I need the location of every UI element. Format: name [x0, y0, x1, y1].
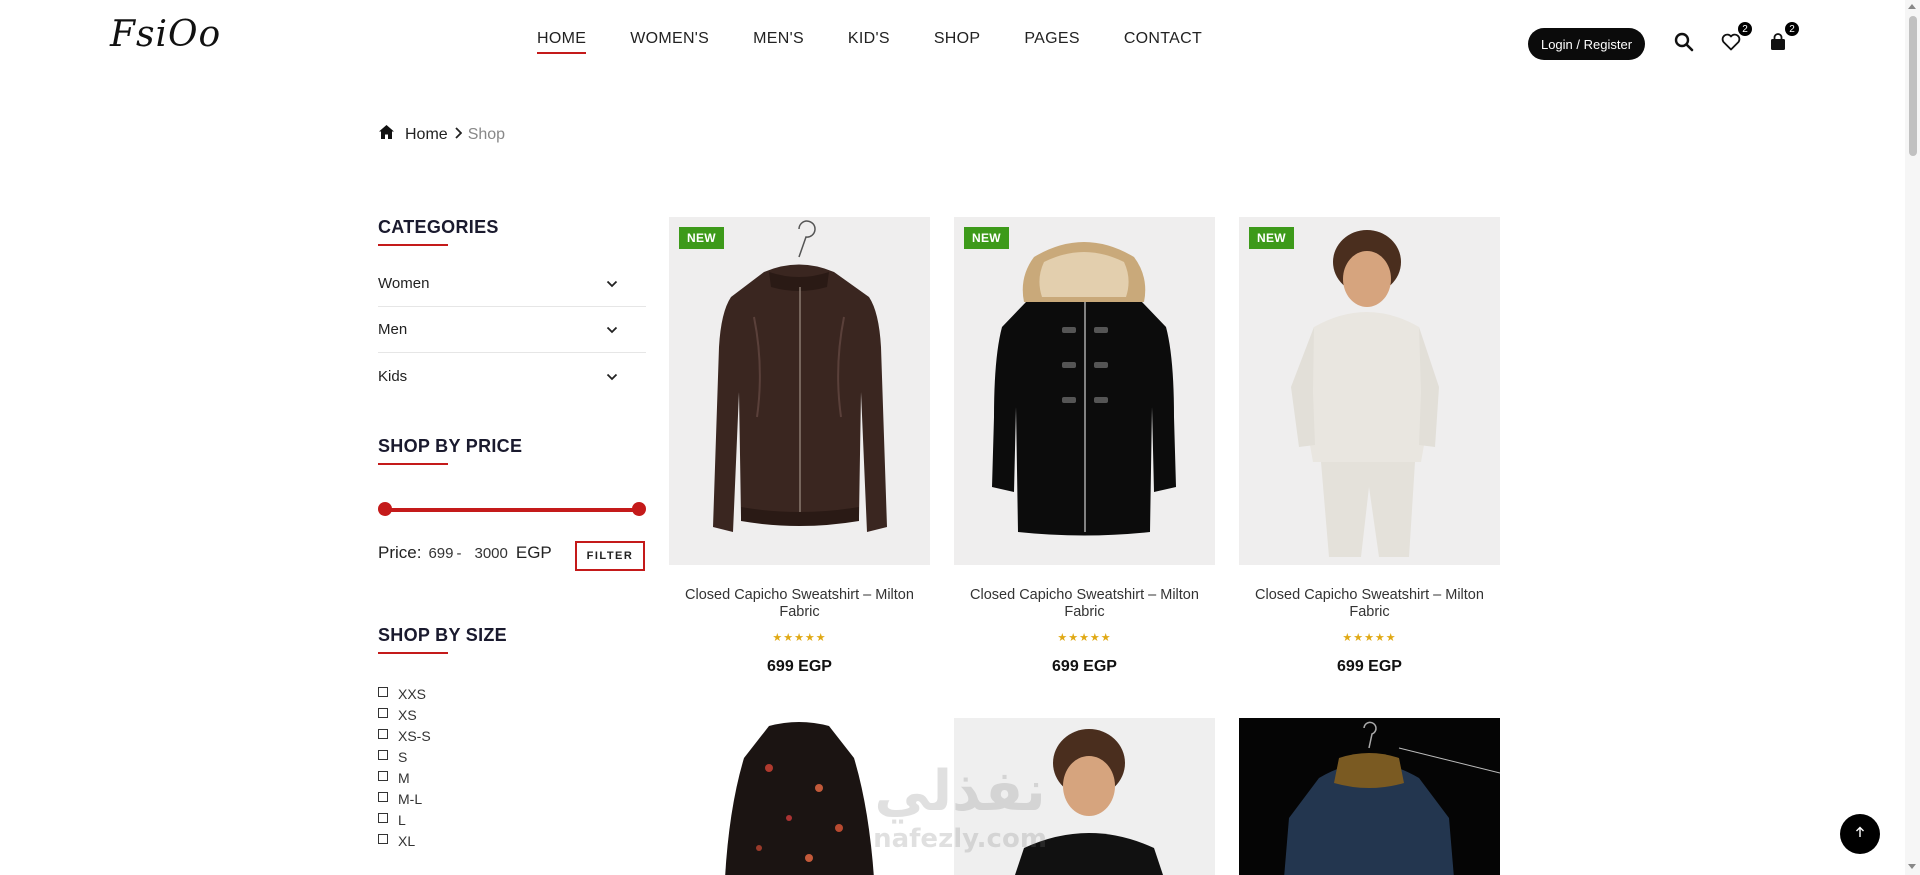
nav-shop[interactable]: SHOP	[934, 30, 981, 54]
product-title[interactable]: Closed Capicho Sweatshirt – Milton Fabri…	[954, 587, 1215, 621]
breadcrumb: Home Shop	[378, 124, 505, 145]
scrollbar-thumb[interactable]	[1909, 16, 1917, 156]
category-women[interactable]: Women	[378, 261, 646, 307]
size-checkbox[interactable]	[378, 749, 388, 760]
login-register-button[interactable]: Login / Register	[1528, 28, 1645, 60]
rating-stars: ★★★★★	[1057, 632, 1112, 644]
size-option-m[interactable]: M	[378, 767, 431, 788]
filter-button[interactable]: FILTER	[575, 541, 645, 571]
chevron-down-icon[interactable]	[606, 321, 618, 338]
chevron-right-icon	[454, 126, 462, 144]
size-option-xs-s[interactable]: XS-S	[378, 725, 431, 746]
size-checkbox[interactable]	[378, 791, 388, 802]
size-checkbox[interactable]	[378, 833, 388, 844]
size-option-xs[interactable]: XS	[378, 704, 431, 725]
size-label: M-L	[398, 790, 423, 807]
rating-stars: ★★★★★	[772, 632, 827, 644]
size-label: L	[398, 811, 406, 828]
size-option-m-l[interactable]: M-L	[378, 788, 431, 809]
nav-home[interactable]: HOME	[537, 30, 587, 54]
cart-icon[interactable]: 2	[1766, 21, 1800, 54]
size-checkbox[interactable]	[378, 770, 388, 781]
product-card[interactable]: NEW Closed Capicho Sweatshirt – Milton F…	[669, 217, 930, 676]
product-image[interactable]	[1239, 718, 1500, 875]
cart-count-badge: 2	[1784, 21, 1800, 37]
size-option-l[interactable]: L	[378, 809, 431, 830]
nav-pages[interactable]: PAGES	[1024, 30, 1079, 54]
category-label: Kids	[378, 367, 408, 385]
size-checkbox[interactable]	[378, 686, 388, 697]
home-icon[interactable]	[378, 124, 395, 145]
product-price: 699 EGP	[1052, 658, 1117, 675]
category-label: Women	[378, 275, 430, 292]
size-filter-list: XXS XS XS-S S M M-L L XL	[378, 683, 431, 851]
category-kids[interactable]: Kids	[378, 353, 646, 399]
new-badge: NEW	[679, 227, 724, 249]
size-checkbox[interactable]	[378, 728, 388, 739]
price-slider-max-handle[interactable]	[632, 502, 646, 516]
price-separator: -	[456, 545, 462, 562]
price-min-value: 699	[428, 545, 454, 562]
size-option-xxs[interactable]: XXS	[378, 683, 431, 704]
shop-by-price-title: SHOP BY PRICE	[378, 436, 523, 465]
price-label: Price:	[378, 543, 422, 562]
main-nav: HOME WOMEN'S MEN'S KID'S SHOP PAGES CONT…	[537, 30, 1246, 54]
size-option-xl[interactable]: XL	[378, 830, 431, 851]
category-men[interactable]: Men	[378, 307, 646, 353]
size-label: XXS	[398, 685, 427, 702]
search-icon[interactable]	[1672, 30, 1696, 54]
wishlist-count-badge: 2	[1737, 21, 1753, 37]
wishlist-icon[interactable]: 2	[1719, 21, 1753, 54]
site-logo[interactable]: FsiOo	[110, 14, 221, 55]
product-price: 699 EGP	[767, 658, 832, 675]
nav-kids[interactable]: KID'S	[848, 30, 890, 54]
price-currency: EGP	[515, 543, 552, 562]
scroll-up-arrow-icon[interactable]	[1908, 4, 1916, 9]
new-badge: NEW	[964, 227, 1009, 249]
price-range-display: Price: 699 - 3000 EGP	[378, 543, 552, 563]
new-badge: NEW	[1249, 227, 1294, 249]
size-label: M	[398, 769, 410, 786]
back-to-top-button[interactable]	[1840, 814, 1880, 854]
size-checkbox[interactable]	[378, 812, 388, 823]
price-max-value: 3000	[474, 545, 508, 562]
watermark: نفذلي nafezly.com	[850, 760, 1070, 870]
size-label: XL	[398, 832, 416, 849]
product-image[interactable]: NEW	[669, 217, 930, 565]
page-scrollbar[interactable]	[1905, 0, 1920, 875]
nav-mens[interactable]: MEN'S	[753, 30, 804, 54]
product-card[interactable]: NEW Closed Capicho Sweatshirt – Milton F…	[954, 217, 1215, 676]
size-label: XS	[398, 706, 417, 723]
watermark-arabic: نفذلي	[874, 759, 1046, 824]
product-card[interactable]: NEW Closed Capicho Sweatshirt – Milton F…	[1239, 217, 1500, 676]
product-title[interactable]: Closed Capicho Sweatshirt – Milton Fabri…	[1239, 587, 1500, 621]
scroll-down-arrow-icon[interactable]	[1908, 864, 1916, 869]
product-title[interactable]: Closed Capicho Sweatshirt – Milton Fabri…	[669, 587, 930, 621]
size-option-s[interactable]: S	[378, 746, 431, 767]
chevron-down-icon[interactable]	[606, 275, 618, 292]
arrow-up-icon	[1855, 825, 1865, 843]
rating-stars: ★★★★★	[1342, 632, 1397, 644]
breadcrumb-current: Shop	[467, 125, 506, 143]
product-card[interactable]	[1239, 718, 1500, 875]
shop-by-size-title: SHOP BY SIZE	[378, 625, 507, 654]
categories-title: CATEGORIES	[378, 217, 499, 246]
breadcrumb-home-link[interactable]: Home	[405, 126, 448, 144]
nav-contact[interactable]: CONTACT	[1124, 30, 1202, 54]
product-price: 699 EGP	[1337, 658, 1402, 675]
size-label: XS-S	[398, 727, 431, 744]
category-label: Men	[378, 321, 408, 338]
chevron-down-icon[interactable]	[606, 368, 618, 385]
size-checkbox[interactable]	[378, 707, 388, 718]
product-image[interactable]: NEW	[1239, 217, 1500, 565]
size-label: S	[398, 748, 408, 765]
watermark-latin: nafezly.com	[873, 824, 1047, 854]
site-header: FsiOo HOME WOMEN'S MEN'S KID'S SHOP PAGE…	[0, 0, 1905, 80]
product-image[interactable]: NEW	[954, 217, 1215, 565]
price-slider-min-handle[interactable]	[378, 502, 392, 516]
price-slider-track[interactable]	[384, 508, 640, 512]
nav-womens[interactable]: WOMEN'S	[630, 30, 709, 54]
